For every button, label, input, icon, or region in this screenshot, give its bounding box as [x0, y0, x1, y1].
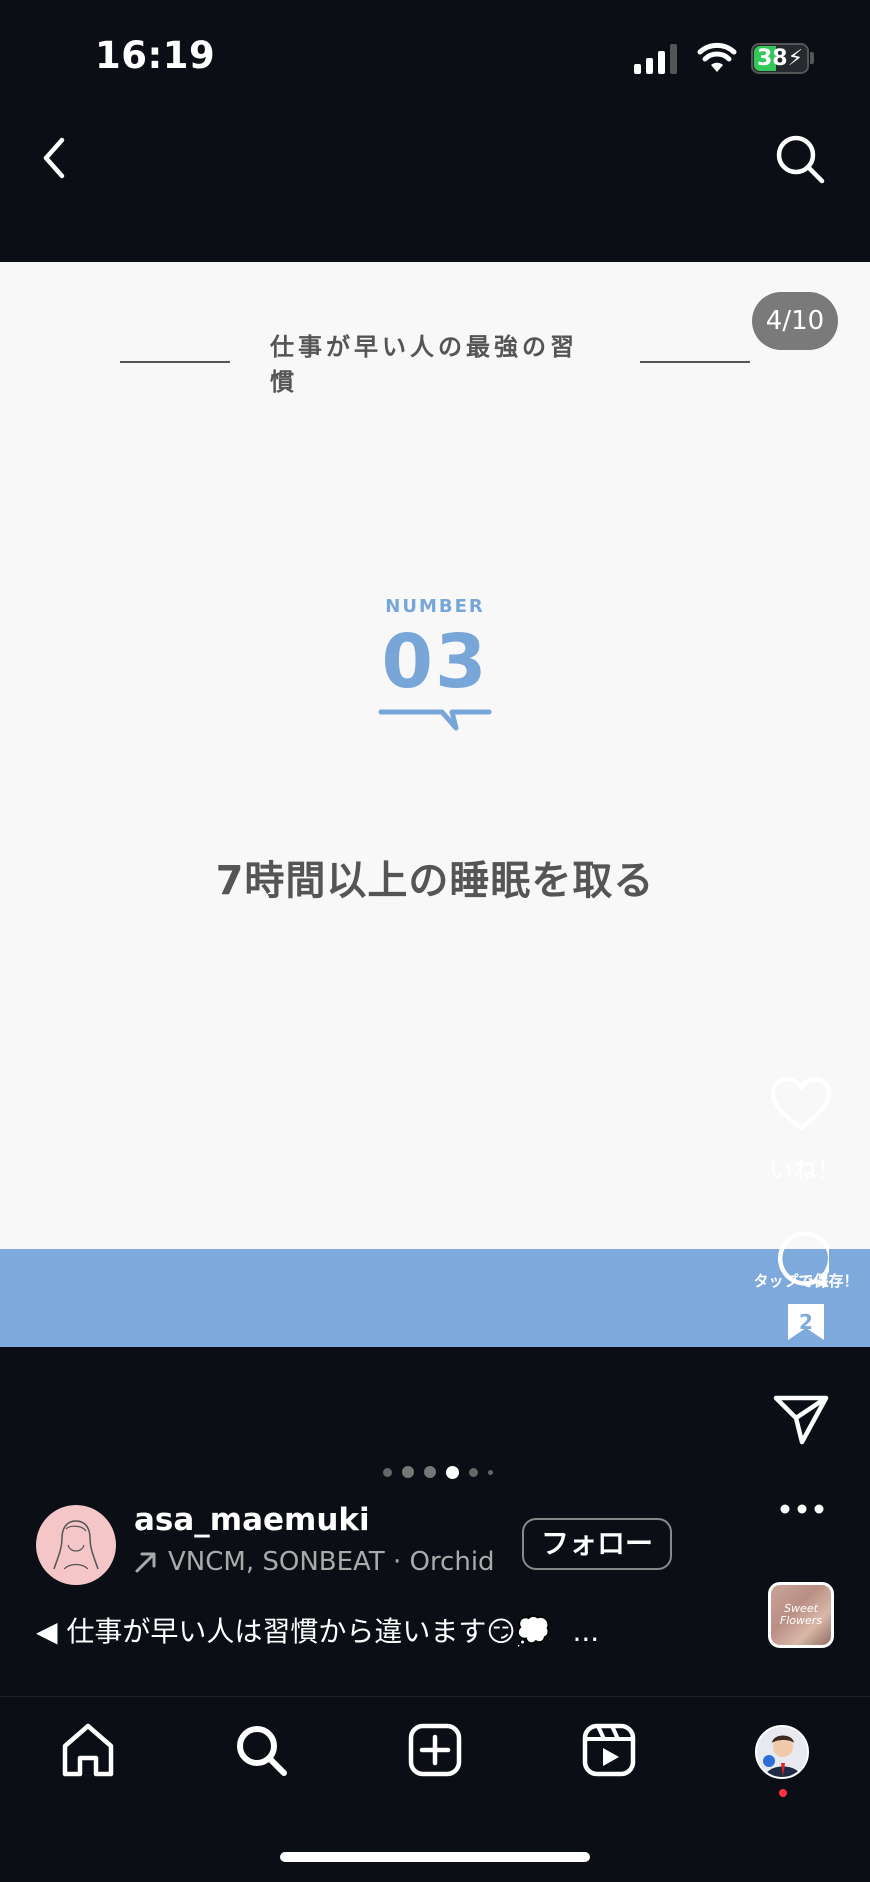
slide-title: 仕事が早い人の最強の習慣 [270, 333, 578, 396]
post-caption[interactable]: ◀ 仕事が早い人は習慣から違います😏💭... [36, 1610, 599, 1650]
search-icon[interactable] [774, 133, 826, 185]
carousel-dot [424, 1466, 436, 1478]
carousel-dot [488, 1469, 493, 1475]
save-count: 2 [799, 1310, 813, 1334]
slide-title-row: 仕事が早い人の最強の習慣 [120, 333, 750, 396]
notification-dot [779, 1789, 787, 1797]
woman-silhouette-icon [53, 1520, 99, 1570]
carousel-dot-active [446, 1465, 459, 1479]
home-indicator [280, 1852, 590, 1862]
home-icon[interactable] [60, 1722, 116, 1778]
follow-button[interactable]: フォロー [522, 1518, 672, 1570]
reels-icon[interactable] [581, 1722, 637, 1778]
slide-bottom-band [0, 1249, 870, 1347]
number-label: NUMBER [385, 596, 485, 617]
battery-indicator: 38⚡ [751, 43, 809, 74]
title-rule-right [640, 361, 750, 363]
caption-more[interactable]: ... [573, 1615, 600, 1648]
search-tab-icon[interactable] [233, 1722, 289, 1778]
slide-counter: 4/10 [752, 292, 838, 350]
carousel-dots [383, 1465, 493, 1479]
create-post-icon[interactable] [407, 1722, 463, 1778]
back-chevron-icon[interactable] [36, 136, 76, 180]
post-slide[interactable] [0, 262, 870, 1250]
more-options-icon[interactable] [778, 1502, 826, 1516]
battery-level: 38 [756, 46, 788, 71]
heart-icon[interactable] [770, 1076, 832, 1132]
audio-thumbnail-text: Sweet Flowers [779, 1602, 823, 1627]
number-underline-speech-tail [378, 709, 492, 731]
carousel-dot [402, 1466, 414, 1478]
music-info[interactable]: VNCM, SONBEAT · Orchid [134, 1547, 495, 1577]
number-value: 03 [381, 619, 489, 705]
author-avatar[interactable] [36, 1505, 116, 1585]
audio-thumbnail[interactable]: Sweet Flowers [768, 1582, 834, 1648]
share-send-icon[interactable] [772, 1392, 830, 1446]
profile-photo-icon [757, 1727, 807, 1777]
charging-bolt-icon: ⚡ [787, 46, 804, 71]
carousel-dot [383, 1467, 392, 1477]
cellular-signal-icon [634, 44, 677, 74]
profile-avatar-tab[interactable] [755, 1725, 809, 1779]
like-label: いね！ [769, 1156, 841, 1184]
status-time: 16:19 [95, 34, 216, 77]
slide-main-text: 7時間以上の睡眠を取る [215, 858, 655, 904]
trending-arrow-icon [135, 1552, 156, 1573]
battery-nub [810, 52, 814, 64]
carousel-dot [469, 1467, 478, 1477]
title-rule-left [120, 361, 230, 363]
tabbar-divider [0, 1696, 870, 1697]
caption-text: ◀ 仕事が早い人は習慣から違います😏💭 [36, 1615, 551, 1648]
wifi-icon [697, 42, 737, 72]
save-tip-text: タップで保存！ [753, 1272, 859, 1290]
author-username[interactable]: asa_maemuki [134, 1502, 370, 1538]
music-info-text: VNCM, SONBEAT · Orchid [168, 1547, 495, 1577]
